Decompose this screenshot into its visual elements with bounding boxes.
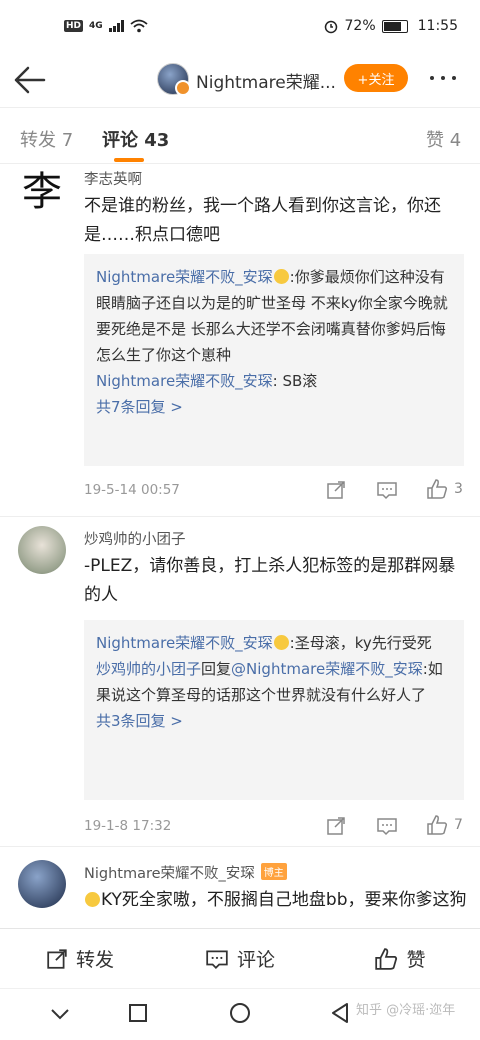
comment-item: 李 李志英啊 不是谁的粉丝，我一个路人看到你这言论，你还是……积点口德吧 Nig… <box>0 164 480 516</box>
blogger-badge: 博主 <box>260 863 287 880</box>
battery-percent: 72% <box>344 18 376 34</box>
tab-repost[interactable]: 转发 7 <box>20 126 73 152</box>
grin-emoji-icon <box>273 269 289 284</box>
repost-icon[interactable] <box>326 816 346 836</box>
comment-button[interactable]: 评论 <box>160 929 320 988</box>
like-label: 赞 <box>406 949 426 971</box>
view-all-replies-link[interactable]: 共3条回复 > <box>96 708 452 734</box>
like-button[interactable]: 赞 <box>320 929 480 988</box>
home-icon[interactable] <box>228 1001 252 1025</box>
avatar[interactable] <box>18 860 66 908</box>
blogger-avatar[interactable] <box>157 63 191 96</box>
like-button[interactable]: 7 <box>426 815 463 835</box>
comment-icon <box>206 949 228 969</box>
like-count: 7 <box>454 817 463 833</box>
reply-user[interactable]: Nightmare荣耀不败_安琛 <box>96 634 273 652</box>
avatar[interactable] <box>18 526 66 574</box>
repost-button[interactable]: 转发 <box>0 929 160 988</box>
network-label: 4G <box>89 21 103 31</box>
reply-user[interactable]: Nightmare荣耀不败_安琛 <box>96 372 273 390</box>
hd-icon: HD <box>64 20 84 32</box>
comment-text: -PLEZ，请你善良，打上杀人犯标签的是那群网暴的人 <box>84 556 456 605</box>
like-button[interactable]: 3 <box>426 479 463 499</box>
reply-line: Nightmare荣耀不败_安琛:你爹最烦你们这种没有眼睛脑子还自以为是的旷世圣… <box>96 264 452 368</box>
grin-emoji-icon <box>273 635 289 650</box>
comment-author[interactable]: Nightmare荣耀不败_安琛 博主 <box>84 862 287 883</box>
page-title[interactable]: Nightmare荣耀... <box>196 68 336 93</box>
system-nav-bar: 知乎 @冷瑶·迩年 <box>0 988 480 1040</box>
back-triangle-icon[interactable] <box>330 1001 350 1025</box>
comment-item: 炒鸡帅的小团子 -PLEZ，请你善良，打上杀人犯标签的是那群网暴的人 Night… <box>0 524 480 846</box>
reply-preview[interactable]: Nightmare荣耀不败_安琛:你爹最烦你们这种没有眼睛脑子还自以为是的旷世圣… <box>84 254 464 466</box>
comment-icon[interactable] <box>376 816 398 836</box>
follow-button[interactable]: +关注 <box>344 64 408 92</box>
reply-mention[interactable]: @Nightmare荣耀不败_安琛 <box>231 660 423 678</box>
tab-indicator <box>114 158 144 162</box>
reply-mid: 回复 <box>201 660 232 678</box>
comment-text: KY死全家嗷，不服搁自己地盘bb，要来你爹这狗叫就把你全家眼泪一喔，要来狗叫 <box>84 886 468 915</box>
battery-icon <box>381 19 408 33</box>
tab-likes[interactable]: 赞 4 <box>426 126 461 152</box>
chevron-down-icon[interactable] <box>50 1007 70 1021</box>
thumbs-up-icon <box>375 947 398 970</box>
back-arrow-icon[interactable] <box>12 64 48 96</box>
reply-user[interactable]: 炒鸡帅的小团子 <box>96 660 201 678</box>
comment-time: 19-1-8 17:32 <box>84 818 172 834</box>
comment-author[interactable]: 李志英啊 <box>84 168 142 189</box>
reply-text: :圣母滚，ky先行受死 <box>289 634 432 652</box>
signal-icon <box>108 20 124 32</box>
comment-label: 评论 <box>236 949 275 971</box>
avatar[interactable]: 李 <box>18 164 66 215</box>
repost-label: 转发 <box>75 949 114 971</box>
repost-icon[interactable] <box>326 480 346 500</box>
wifi-icon <box>130 19 148 33</box>
comment-author[interactable]: 炒鸡帅的小团子 <box>84 528 186 549</box>
watermark: 知乎 @冷瑶·迩年 <box>356 1003 456 1018</box>
reply-line: 炒鸡帅的小团子回复@Nightmare荣耀不败_安琛:如果说这个算圣母的话那这个… <box>96 656 452 708</box>
tab-comments[interactable]: 评论 43 <box>102 126 169 152</box>
tab-bar: 转发 7 评论 43 赞 4 <box>0 108 480 164</box>
status-bar: HD 4G 72% 11:55 <box>0 0 480 52</box>
recents-icon[interactable] <box>128 1003 148 1023</box>
bottom-action-bar: 转发 评论 赞 <box>0 928 480 988</box>
comment-item: Nightmare荣耀不败_安琛 博主 KY死全家嗷，不服搁自己地盘bb，要来你爹… <box>0 856 480 928</box>
clock: 11:55 <box>417 18 458 34</box>
thumbs-up-icon <box>427 479 448 499</box>
reply-text: : SB滚 <box>272 372 318 390</box>
comment-text: 不是谁的粉丝，我一个路人看到你这言论，你还是……积点口德吧 <box>84 196 441 245</box>
reply-line: Nightmare荣耀不败_安琛 :圣母滚，ky先行受死 <box>96 630 452 656</box>
view-all-replies-link[interactable]: 共7条回复 > <box>96 394 452 420</box>
comment-time: 19-5-14 00:57 <box>84 482 180 498</box>
like-count: 3 <box>454 481 463 497</box>
divider <box>0 516 480 517</box>
reply-line: Nightmare荣耀不败_安琛: SB滚 <box>96 368 452 394</box>
grin-emoji-icon <box>85 892 100 907</box>
top-nav: Nightmare荣耀... +关注 <box>0 52 480 108</box>
divider <box>0 846 480 847</box>
more-icon[interactable] <box>430 76 456 80</box>
reply-user[interactable]: Nightmare荣耀不败_安琛 <box>96 268 273 286</box>
thumbs-up-icon <box>427 815 448 835</box>
repost-icon <box>47 948 67 969</box>
alarm-icon <box>324 20 337 34</box>
comment-icon[interactable] <box>376 480 398 500</box>
reply-preview[interactable]: Nightmare荣耀不败_安琛 :圣母滚，ky先行受死 炒鸡帅的小团子回复@Ni… <box>84 620 464 800</box>
